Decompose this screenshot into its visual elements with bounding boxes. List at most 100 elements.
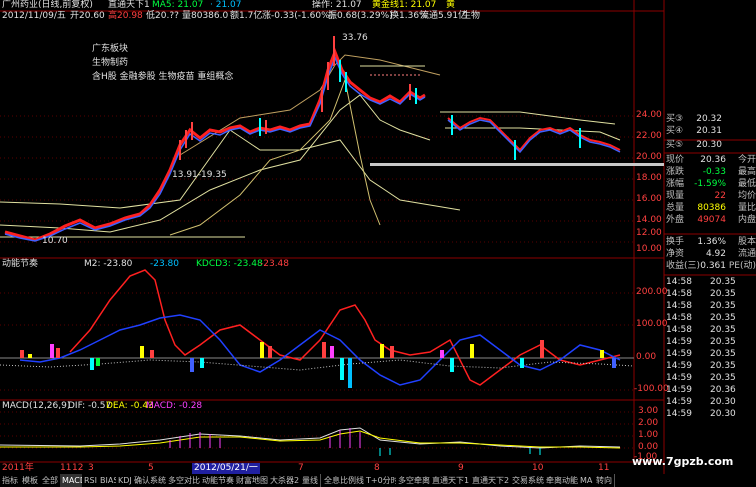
quote-row-change: 涨跌 -0.33 最高 <box>664 167 756 178</box>
quote-price-value: 20.36 <box>700 155 726 165</box>
tick-time: 14:59 <box>666 409 692 419</box>
m2-label: M2: -23.80 <box>84 259 133 269</box>
timeline-selected-date[interactable]: 2012/05/21/一 <box>192 463 260 474</box>
macd-axis-1: 1.00 <box>638 430 659 440</box>
tick-row: 14:59 20.36 <box>664 385 756 396</box>
tab-momentum[interactable]: 动能节奏 <box>200 474 237 487</box>
quote-turnover-label: 换手 <box>666 237 685 247</box>
tick-price: 20.35 <box>710 301 736 311</box>
tick-price: 20.36 <box>710 385 736 395</box>
quote-curvol-label: 现量 <box>666 191 685 201</box>
macd-axis-2: 2.00 <box>638 418 659 428</box>
quote-buy4: 买④ 20.31 <box>664 126 756 137</box>
m2-value: -23.80 <box>150 259 180 269</box>
quote-row-totalvol: 总量 80386 量比 <box>664 203 756 214</box>
quote-eps-value: 0.361 <box>700 261 726 271</box>
timeline-mark-5: 5 <box>148 463 154 473</box>
tick-time: 14:59 <box>666 337 692 347</box>
header-extra: 黄 <box>446 0 456 10</box>
quote-row-outer: 外盘 49074 内盘 <box>664 215 756 226</box>
quote-netasset-label: 净资 <box>666 249 685 259</box>
macd-title[interactable]: MACD(12,26,9) <box>2 401 70 412</box>
price-axis-16: 16.00 <box>636 194 662 204</box>
peak-price-label: 33.76 <box>342 33 368 43</box>
tick-price: 20.35 <box>710 289 736 299</box>
info-extra: 生物 <box>462 11 481 21</box>
quote-price-label: 现价 <box>666 155 685 165</box>
block-label-pharma: 生物制药 <box>92 58 129 68</box>
quote-pe-label: PE(动) <box>728 261 756 271</box>
quote-row-price: 现价 20.36 今开 <box>664 155 756 166</box>
macd-dif: DIF: -0.57 <box>68 401 112 411</box>
tick-row: 14:59 20.35 <box>664 349 756 360</box>
quote-row-curvol: 现量 22 均价 <box>664 191 756 202</box>
kdcd-value: -23.48 <box>260 259 290 269</box>
price-axis-20: 20.00 <box>636 152 662 162</box>
tick-row: 14:59 20.35 <box>664 361 756 372</box>
mid-panel-title[interactable]: 动能节奏 <box>2 259 38 270</box>
timeline-mark-11b: 11 <box>598 463 610 473</box>
kdcd-label: KDCD3: -23.48 <box>196 259 263 269</box>
chart-title: 广州药业(日线,前复权) <box>2 0 93 10</box>
tab-volume-line[interactable]: 量线 <box>300 474 321 487</box>
mid-axis-200: 200.00 <box>636 287 668 297</box>
quote-curvol-value: 22 <box>714 191 726 201</box>
quote-row-netasset: 净资 4.92 流通 <box>664 249 756 260</box>
tab-bull-bear[interactable]: 多空对比 <box>166 474 203 487</box>
tick-price: 20.35 <box>710 325 736 335</box>
golden-line-label: 黄金线1: 21.07 <box>372 0 437 10</box>
quote-totalvol-value: 80386 <box>697 203 726 213</box>
tab-confirm-system[interactable]: 确认系统 <box>132 474 169 487</box>
indicator-name[interactable]: 直通天下1 <box>108 0 150 11</box>
quote-eps-label: 收益(三) <box>666 261 701 271</box>
tab-turn[interactable]: 转向 <box>594 474 615 487</box>
info-low: 低20.?? <box>146 11 179 21</box>
tab-all[interactable]: 全部 <box>40 474 61 487</box>
quote-shares-label: 股本 <box>737 237 756 247</box>
tick-time: 14:58 <box>666 313 692 323</box>
timeline-mark-10: 10 <box>532 463 544 473</box>
tick-price: 20.35 <box>710 277 736 287</box>
mid-axis-100: 100.00 <box>636 319 668 329</box>
tab-holo-ratio[interactable]: 全息比例线 <box>322 474 367 487</box>
tab-direct2[interactable]: 直通天下2 <box>470 474 513 487</box>
quote-buy5-label: 买⑤ <box>666 140 684 150</box>
quote-buy5: 买⑤ 20.30 <box>664 140 756 151</box>
quote-buy3: 买③ 20.32 <box>664 114 756 125</box>
tick-row: 14:59 20.30 <box>664 397 756 408</box>
tab-indicator[interactable]: 指标 <box>0 474 21 487</box>
quote-low-label: 最低 <box>737 179 756 189</box>
price-axis-22: 22.00 <box>636 131 662 141</box>
info-volume: 量80386.0 <box>182 11 229 21</box>
tick-price: 20.35 <box>710 313 736 323</box>
tab-bull-bear-deviation[interactable]: 多空牵离 <box>396 474 433 487</box>
info-change: 涨-0.33(-1.60%) <box>262 11 334 21</box>
tick-time: 14:58 <box>666 277 692 287</box>
tick-time: 14:59 <box>666 349 692 359</box>
quote-pct-label: 涨幅 <box>666 179 685 189</box>
tick-time: 14:58 <box>666 325 692 335</box>
block-label-guangdong: 广东板块 <box>92 44 129 54</box>
level-range-label: 13.91-19.35 <box>172 170 227 180</box>
tick-row: 14:59 20.35 <box>664 373 756 384</box>
tab-template[interactable]: 模板 <box>20 474 41 487</box>
block-label-concepts: 含H股 金融参股 生物疫苗 重组概念 <box>92 72 234 82</box>
price-axis-10: 10.00 <box>636 244 662 254</box>
quote-row-pct: 涨幅 -1.59% 最低 <box>664 179 756 190</box>
tab-direct1[interactable]: 直通天下1 <box>430 474 473 487</box>
tick-price: 20.35 <box>710 361 736 371</box>
quote-avg-label: 均价 <box>737 191 756 201</box>
tab-wealth-map[interactable]: 财富地图 <box>234 474 271 487</box>
tick-time: 14:59 <box>666 385 692 395</box>
tab-trade-system[interactable]: 交易系统 <box>510 474 547 487</box>
timeline-year: 2011年 <box>2 463 34 473</box>
quote-totalvol-label: 总量 <box>666 203 685 213</box>
tab-killer2[interactable]: 大杀器2 <box>268 474 303 487</box>
timeline-mark-3: 3 <box>88 463 94 473</box>
macd-axis-3: 3.00 <box>638 406 659 416</box>
quote-netasset-value: 4.92 <box>705 249 726 259</box>
tab-ma[interactable]: MA <box>578 474 596 487</box>
quote-buy4-label: 买④ <box>666 126 684 136</box>
tab-deviation-momentum[interactable]: 牵离动能 <box>544 474 581 487</box>
quote-pct-value: -1.59% <box>694 179 726 189</box>
